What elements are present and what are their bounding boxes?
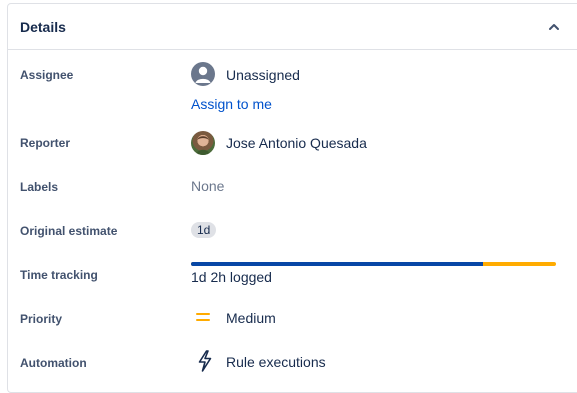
reporter-value[interactable]: Jose Antonio Quesada [226,135,367,151]
labels-value[interactable]: None [191,178,224,194]
time-tracking-bar[interactable] [191,262,556,266]
details-title: Details [20,19,66,35]
assign-to-me-link[interactable]: Assign to me [191,96,272,112]
time-tracking-label: Time tracking [20,268,98,282]
reporter-label: Reporter [20,136,71,150]
priority-medium-icon [196,313,210,321]
original-estimate-value[interactable]: 1d [191,222,217,238]
details-header[interactable]: Details [8,4,577,50]
automation-label: Automation [20,356,87,370]
reporter-avatar [191,131,215,155]
priority-value[interactable]: Medium [226,310,276,326]
chevron-up-icon [549,24,559,30]
original-estimate-label: Original estimate [20,224,118,238]
priority-label: Priority [20,312,63,326]
lightning-bolt-icon [198,350,212,372]
assignee-label: Assignee [20,68,74,82]
assignee-value[interactable]: Unassigned [226,67,300,83]
collapse-button[interactable] [544,17,564,37]
automation-value[interactable]: Rule executions [226,354,326,370]
user-placeholder-icon [191,62,215,86]
labels-label: Labels [20,180,59,194]
time-tracking-logged-text: 1d 2h logged [191,269,272,285]
time-tracking-logged-fill [191,262,483,266]
details-panel: Details [7,3,577,393]
